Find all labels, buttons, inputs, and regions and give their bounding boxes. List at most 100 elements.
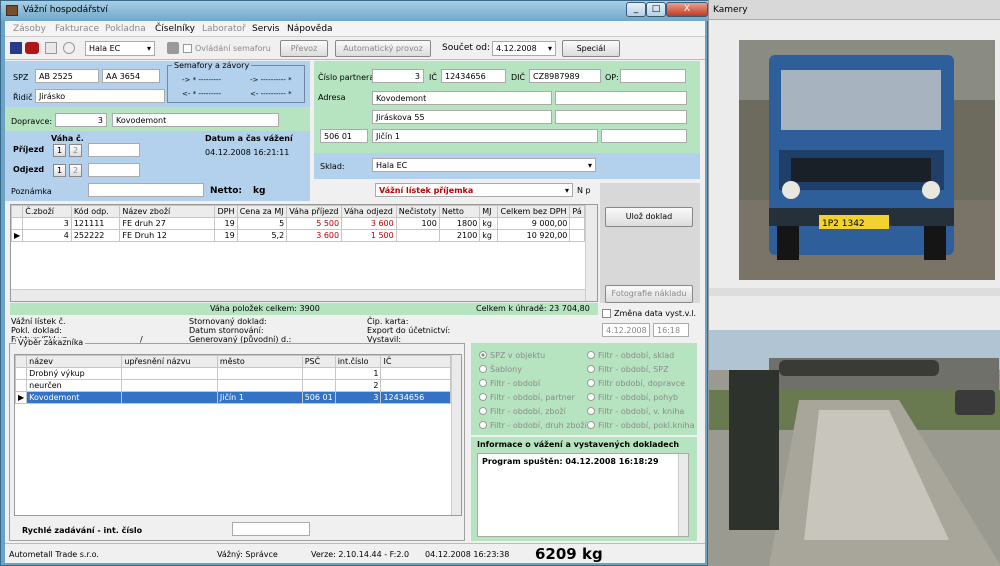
departure-scale-2-button[interactable]: 2 xyxy=(69,164,82,177)
arrival-weight-field[interactable] xyxy=(88,143,140,157)
auto-mode-button[interactable]: Automatický provoz xyxy=(335,40,431,57)
cell[interactable] xyxy=(395,229,440,242)
menu-fakturace[interactable]: Fakturace xyxy=(55,24,99,34)
semaphore-1[interactable]: -> * --------- xyxy=(182,76,221,84)
menu-zasoby[interactable]: Zásoby xyxy=(13,24,46,34)
col-header[interactable]: int.číslo xyxy=(334,355,382,368)
filter-radio[interactable]: Filtr - období, SPZ xyxy=(587,365,669,374)
col-header[interactable]: Č.zboží xyxy=(22,205,72,218)
semaphore-checkbox[interactable] xyxy=(183,44,192,53)
col-header[interactable]: Název zboží xyxy=(119,205,216,218)
filter-radio[interactable]: Filtr - období, v. kniha xyxy=(587,407,684,416)
filter-radio[interactable]: Filtr - období, sklad xyxy=(587,351,674,360)
cell[interactable]: 3 600 xyxy=(341,217,397,230)
col-header[interactable]: Kód odp. xyxy=(70,205,121,218)
cell[interactable] xyxy=(216,367,303,380)
spz-field-2[interactable]: AA 3654 xyxy=(102,69,160,83)
cell[interactable]: 1800 xyxy=(438,217,481,230)
filter-radio[interactable]: Filtr - období, zboží xyxy=(479,407,566,416)
change-date-checkbox[interactable] xyxy=(602,309,611,318)
items-vertical-scrollbar[interactable] xyxy=(585,205,597,301)
cell[interactable]: 5 xyxy=(236,217,288,230)
grid-icon[interactable] xyxy=(45,42,57,54)
minimize-button[interactable]: _ xyxy=(626,2,646,17)
close-button[interactable]: X xyxy=(666,2,708,17)
cell[interactable]: 10 920,00 xyxy=(497,229,571,242)
menu-servis[interactable]: Servis xyxy=(252,24,279,34)
photos-button[interactable]: Fotografie nákladu xyxy=(605,285,693,303)
arrival-scale-1-button[interactable]: 1 xyxy=(53,144,66,157)
save-document-button[interactable]: Ulož doklad xyxy=(605,207,693,227)
menu-ciselniky[interactable]: Číselníky xyxy=(155,24,195,34)
col-header[interactable]: Nečistoty xyxy=(395,205,440,218)
zip-field[interactable]: 506 01 xyxy=(320,129,368,143)
col-header[interactable]: Pá xyxy=(569,205,585,218)
log-box[interactable]: Program spuštěn: 04.12.2008 16:18:29 xyxy=(477,453,689,537)
cell[interactable]: neurčen xyxy=(26,379,123,392)
cell[interactable] xyxy=(216,379,303,392)
filter-radio[interactable]: Filtr - období, druh zboží xyxy=(479,421,587,430)
cell[interactable] xyxy=(569,229,585,242)
departure-weight-field[interactable] xyxy=(88,163,140,177)
col-header[interactable]: PSČ xyxy=(301,355,336,368)
spz-field-1[interactable]: AB 2525 xyxy=(35,69,99,83)
transfer-button[interactable]: Převoz xyxy=(280,40,328,57)
table-row[interactable]: ▶ 4 252222 FE Druh 12 19 5,2 3 600 1 500… xyxy=(10,229,585,242)
log-scrollbar[interactable] xyxy=(678,454,688,536)
quick-entry-field[interactable] xyxy=(232,522,310,536)
cell[interactable]: 2100 xyxy=(438,229,481,242)
table-row[interactable]: 3 121111 FE druh 27 19 5 5 500 3 600 100… xyxy=(10,217,585,230)
filter-radio[interactable]: Šablony xyxy=(479,365,522,374)
cell[interactable]: 5 500 xyxy=(286,217,343,230)
col-header[interactable]: upřesnění názvu xyxy=(121,355,218,368)
printer-icon[interactable] xyxy=(167,42,179,54)
city-field[interactable]: Jičín 1 xyxy=(372,129,598,143)
cell[interactable] xyxy=(121,379,218,392)
carrier-name[interactable]: Kovodemont xyxy=(112,113,279,127)
street2-field[interactable] xyxy=(555,110,687,124)
special-button[interactable]: Speciál xyxy=(562,40,620,57)
cell[interactable]: Kovodemont xyxy=(26,391,123,404)
departure-scale-1-button[interactable]: 1 xyxy=(53,164,66,177)
cell[interactable]: FE Druh 12 xyxy=(119,229,216,242)
cell[interactable] xyxy=(301,379,336,392)
filter-radio[interactable]: Filtr - období, partner xyxy=(479,393,575,402)
cell[interactable]: 19 xyxy=(214,217,238,230)
semaphore-3[interactable]: <- * --------- xyxy=(182,90,221,98)
col-header[interactable]: Cena za MJ xyxy=(236,205,288,218)
chart-icon[interactable] xyxy=(10,42,22,54)
cell[interactable]: 3 600 xyxy=(286,229,343,242)
col-header[interactable]: Celkem bez DPH xyxy=(497,205,571,218)
cell[interactable]: kg xyxy=(479,229,499,242)
partner-number[interactable]: 3 xyxy=(372,69,424,83)
cell[interactable]: 3 xyxy=(22,217,72,230)
cell[interactable] xyxy=(380,367,451,380)
op-field[interactable] xyxy=(620,69,686,83)
cell[interactable]: FE druh 27 xyxy=(119,217,216,230)
cell[interactable]: 1 500 xyxy=(341,229,397,242)
cell[interactable]: 3 xyxy=(334,391,382,404)
cell[interactable]: kg xyxy=(479,217,499,230)
filter-radio[interactable]: Filtr - období, pohyb xyxy=(587,393,678,402)
cell[interactable]: 4 xyxy=(22,229,72,242)
cell[interactable]: 506 01 xyxy=(301,391,336,404)
truck-icon[interactable] xyxy=(25,42,39,54)
col-header[interactable]: DPH xyxy=(214,205,238,218)
cell[interactable]: 12434656 xyxy=(380,391,451,404)
store-select[interactable]: Hala EC ▾ xyxy=(372,158,596,172)
menu-pokladna[interactable]: Pokladna xyxy=(105,24,146,34)
cell[interactable]: Drobný výkup xyxy=(26,367,123,380)
cell[interactable]: 1 xyxy=(334,367,382,380)
cell[interactable]: 100 xyxy=(395,217,440,230)
col-header[interactable]: IČ xyxy=(380,355,451,368)
menu-napoveda[interactable]: Nápověda xyxy=(287,24,333,34)
maximize-button[interactable]: □ xyxy=(646,2,666,17)
partner-name-field[interactable]: Kovodemont xyxy=(372,91,552,105)
semaphore-4[interactable]: <- ---------- * xyxy=(250,90,292,98)
city2-field[interactable] xyxy=(601,129,687,143)
cell[interactable]: 9 000,00 xyxy=(497,217,571,230)
cell[interactable] xyxy=(301,367,336,380)
ic-field[interactable]: 12434656 xyxy=(441,69,506,83)
list-item[interactable]: neurčen 2 xyxy=(14,379,451,392)
hall-select[interactable]: Hala EC ▾ xyxy=(85,41,155,56)
